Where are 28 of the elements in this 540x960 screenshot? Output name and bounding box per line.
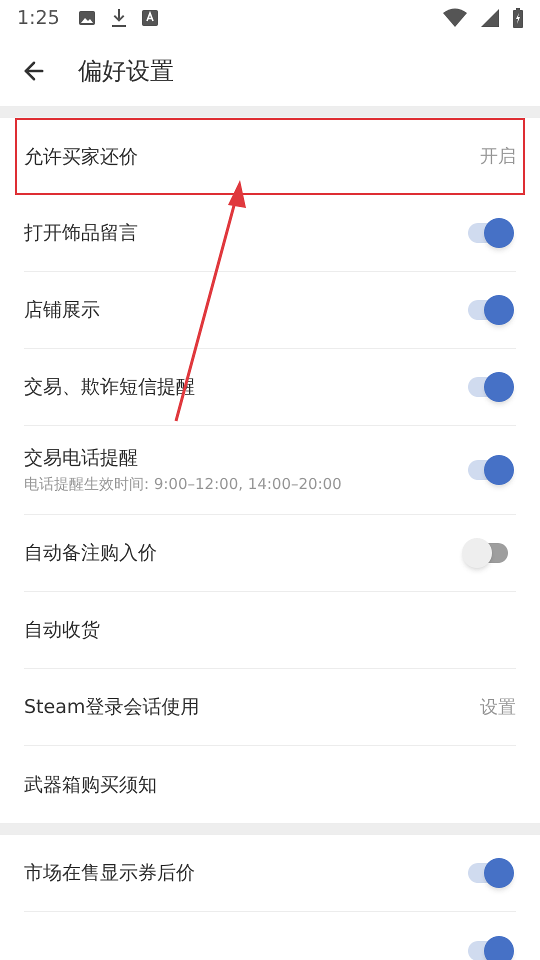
row-subtitle: 电话提醒生效时间: 9:00–12:00, 14:00–20:00 (24, 474, 342, 495)
row-label: 交易电话提醒 (24, 446, 139, 471)
settings-row[interactable]: 交易电话提醒 电话提醒生效时间: 9:00–12:00, 14:00–20:00 (24, 426, 516, 515)
page-title: 偏好设置 (78, 56, 174, 87)
row-label: 武器箱购买须知 (24, 772, 157, 798)
row-label: 市场在售显示券后价 (24, 861, 195, 886)
download-icon (110, 8, 128, 28)
signal-icon (481, 9, 499, 27)
row-label: 自动收货 (24, 618, 100, 643)
row-label: 店铺展示 (24, 298, 100, 323)
settings-row[interactable]: 自动收货 (24, 592, 516, 669)
settings-row[interactable]: 店铺展示 (24, 272, 516, 349)
settings-row[interactable]: 自动备注购入价 (24, 515, 516, 592)
row-label: Steam登录会话使用 (24, 695, 200, 720)
image-icon (78, 9, 96, 27)
settings-row[interactable]: Steam登录会话使用 设置 (24, 669, 516, 746)
row-label: 自动备注购入价 (24, 541, 157, 566)
battery-icon (513, 8, 523, 28)
settings-row[interactable]: 允许买家还价 开启 (15, 118, 525, 195)
status-time: 1:25 (17, 6, 60, 31)
row-value: 设置 (480, 696, 516, 720)
row-label: 允许买家还价 (24, 144, 138, 170)
font-icon (142, 9, 158, 27)
settings-row[interactable]: 武器箱购买须知 (24, 746, 516, 823)
row-label: 打开饰品留言 (24, 221, 138, 246)
wifi-icon (443, 8, 467, 28)
row-value: 开启 (480, 145, 516, 169)
settings-row[interactable]: 市场在售显示券后价 (24, 835, 516, 912)
